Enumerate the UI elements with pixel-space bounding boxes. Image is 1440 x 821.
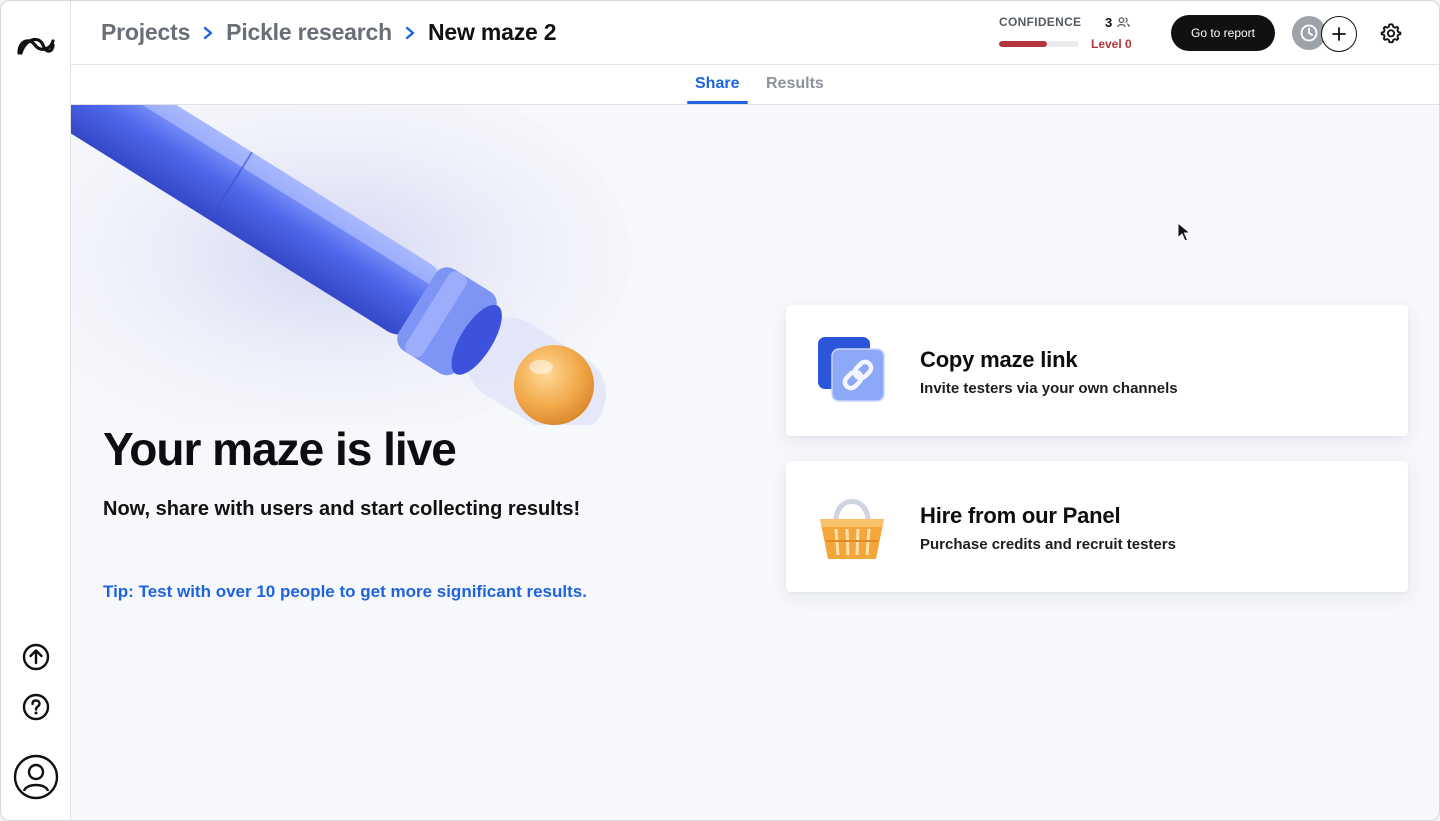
share-panel: Your maze is live Now, share with users … [71,105,1439,820]
top-header: Projects Pickle research New maze 2 CONF… [71,1,1439,65]
copy-maze-link-card[interactable]: Copy maze link Invite testers via your o… [786,305,1408,436]
upgrade-icon[interactable] [21,642,51,672]
link-icon [818,337,885,402]
confidence-bar [999,41,1079,47]
breadcrumb-current[interactable]: New maze 2 [428,19,557,46]
confidence-label: CONFIDENCE [999,15,1082,29]
maze-logo[interactable] [15,31,57,59]
breadcrumb-projects[interactable]: Projects [101,19,190,46]
confidence-bar-fill [999,41,1047,47]
tip-text: Tip: Test with over 10 people to get mor… [103,582,587,601]
tab-bar: Share Results [71,65,1439,105]
confidence-meter[interactable]: CONFIDENCE 3 Level 0 [999,15,1139,55]
app-window: Projects Pickle research New maze 2 CONF… [0,0,1440,821]
maze-tube-illustration [71,105,631,425]
mouse-cursor-icon [1177,222,1191,242]
card-description: Invite testers via your own channels [920,380,1178,397]
chevron-right-icon [398,21,422,45]
active-tab-indicator [687,101,748,104]
go-to-report-button[interactable]: Go to report [1171,15,1275,51]
users-icon [1117,17,1131,28]
help-icon[interactable] [21,692,51,722]
basket-icon [820,499,884,559]
sidebar [1,1,71,820]
confidence-level: Level 0 [1091,37,1132,51]
card-title: Copy maze link [920,347,1078,372]
card-description: Purchase credits and recruit testers [920,536,1176,553]
breadcrumb: Projects Pickle research New maze 2 [101,19,557,46]
plus-icon[interactable] [1321,16,1357,52]
tester-count-value: 3 [1105,15,1113,30]
gear-icon[interactable] [1378,20,1404,46]
tab-results[interactable]: Results [766,75,824,93]
page-title: Your maze is live [103,423,457,475]
user-icon[interactable] [13,754,59,800]
hire-from-panel-card[interactable]: Hire from our Panel Purchase credits and… [786,461,1408,592]
card-title: Hire from our Panel [920,503,1121,528]
page-subtitle: Now, share with users and start collecti… [103,498,581,520]
chevron-right-icon [196,21,220,45]
breadcrumb-project[interactable]: Pickle research [226,19,392,46]
tester-count: 3 [1105,15,1131,30]
tab-share[interactable]: Share [695,75,739,93]
